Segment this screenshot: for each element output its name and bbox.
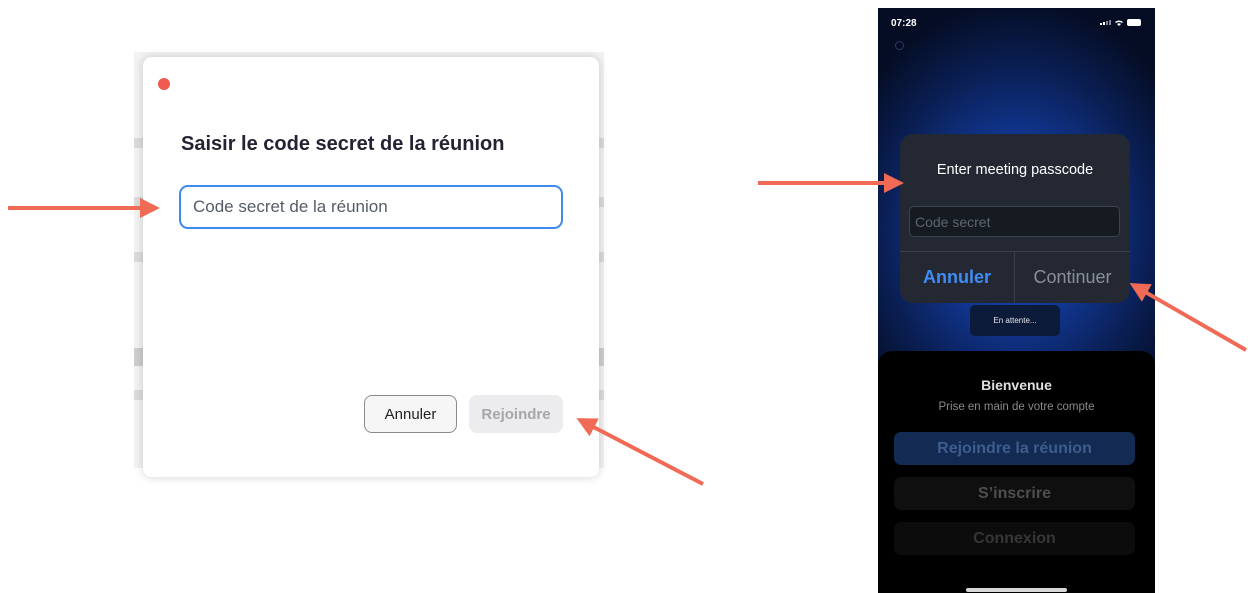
passcode-alert: Enter meeting passcode Annuler Continuer [900, 134, 1130, 303]
home-indicator [966, 588, 1067, 592]
alert-continue-button[interactable]: Continuer [1015, 252, 1130, 303]
signal-icon [1100, 20, 1111, 25]
join-meeting-button[interactable]: Rejoindre la réunion [894, 432, 1135, 465]
passcode-input[interactable] [179, 185, 563, 229]
status-icons [1100, 19, 1141, 26]
welcome-subtitle: Prise en main de votre compte [938, 401, 1095, 413]
cancel-button[interactable]: Annuler [364, 395, 457, 433]
settings-icon[interactable] [895, 41, 904, 50]
mobile-screen: 07:28 Enter meeting passcode Annuler Con… [878, 8, 1155, 593]
dialog-title: Saisir le code secret de la réunion [181, 133, 505, 155]
passcode-field[interactable] [909, 206, 1120, 237]
wifi-icon [1115, 20, 1123, 26]
login-button[interactable]: Connexion [894, 522, 1135, 555]
battery-icon [1127, 19, 1141, 26]
window-close-button[interactable] [158, 78, 170, 90]
status-time: 07:28 [891, 18, 917, 29]
welcome-sheet: Bienvenue Prise en main de votre compte … [878, 351, 1155, 593]
waiting-badge: En attente... [970, 305, 1060, 336]
passcode-dialog: Saisir le code secret de la réunion Annu… [143, 57, 599, 477]
signup-button[interactable]: S’inscrire [894, 477, 1135, 510]
alert-cancel-button[interactable]: Annuler [900, 252, 1014, 303]
alert-title: Enter meeting passcode [936, 162, 1094, 178]
join-button[interactable]: Rejoindre [469, 395, 563, 433]
welcome-title: Bienvenue [981, 377, 1052, 393]
